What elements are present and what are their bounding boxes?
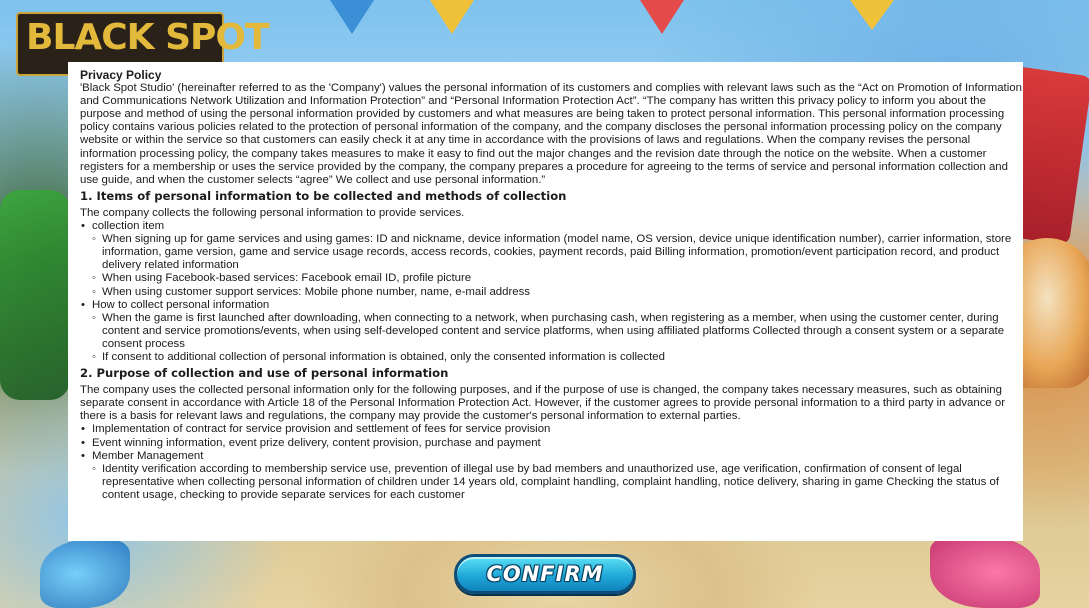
section-1-list: collection item When signing up for game… (80, 220, 1023, 364)
list-item: Identity verification according to membe… (92, 463, 1023, 502)
confirm-button[interactable]: CONFIRM (454, 554, 636, 594)
bunting-flag (850, 0, 894, 30)
bunting-flag (430, 0, 474, 34)
list-item: If consent to additional collection of p… (92, 351, 1023, 364)
list-item: When using Facebook-based services: Face… (92, 272, 1023, 285)
member-management-label: Member Management (92, 449, 204, 462)
how-to-collect-label: How to collect personal information (92, 298, 270, 311)
section-1-text: The company collects the following perso… (80, 206, 465, 219)
section-2-heading: 2. Purpose of collection and use of pers… (80, 366, 449, 381)
list-item: When signing up for game services and us… (92, 233, 1023, 272)
list-item: collection item When signing up for game… (81, 220, 1023, 299)
list-item: Implementation of contract for service p… (81, 423, 1023, 436)
member-management-sublist: Identity verification according to membe… (92, 463, 1023, 502)
collection-item-label: collection item (92, 220, 165, 233)
privacy-policy-panel[interactable]: Privacy Policy 'Black Spot Studio' (here… (68, 62, 1023, 541)
green-sneaker (0, 190, 70, 400)
privacy-policy-title: Privacy Policy (80, 68, 162, 82)
section-2-text: The company uses the collected personal … (80, 384, 1006, 423)
pink-butterfly (930, 536, 1040, 608)
how-to-collect-sublist: When the game is first launched after do… (92, 312, 1023, 364)
blue-butterfly (40, 540, 130, 608)
section-2-list: Implementation of contract for service p… (80, 423, 1023, 502)
studio-logo-text: BLACK SPOT (26, 17, 270, 58)
bunting-flag (640, 0, 684, 34)
confirm-button-label: CONFIRM (486, 562, 604, 586)
list-item: When using customer support services: Mo… (92, 286, 1023, 299)
list-item: How to collect personal information When… (81, 298, 1023, 365)
bunting-flag (330, 0, 374, 34)
list-item: When the game is first launched after do… (92, 312, 1023, 351)
section-1-heading: 1. Items of personal information to be c… (80, 188, 567, 203)
list-item: Member Management Identity verification … (81, 449, 1023, 502)
list-item: Event winning information, event prize d… (81, 437, 1023, 450)
privacy-policy-intro: 'Black Spot Studio' (hereinafter referre… (80, 82, 1022, 186)
collection-item-sublist: When signing up for game services and us… (92, 233, 1023, 299)
